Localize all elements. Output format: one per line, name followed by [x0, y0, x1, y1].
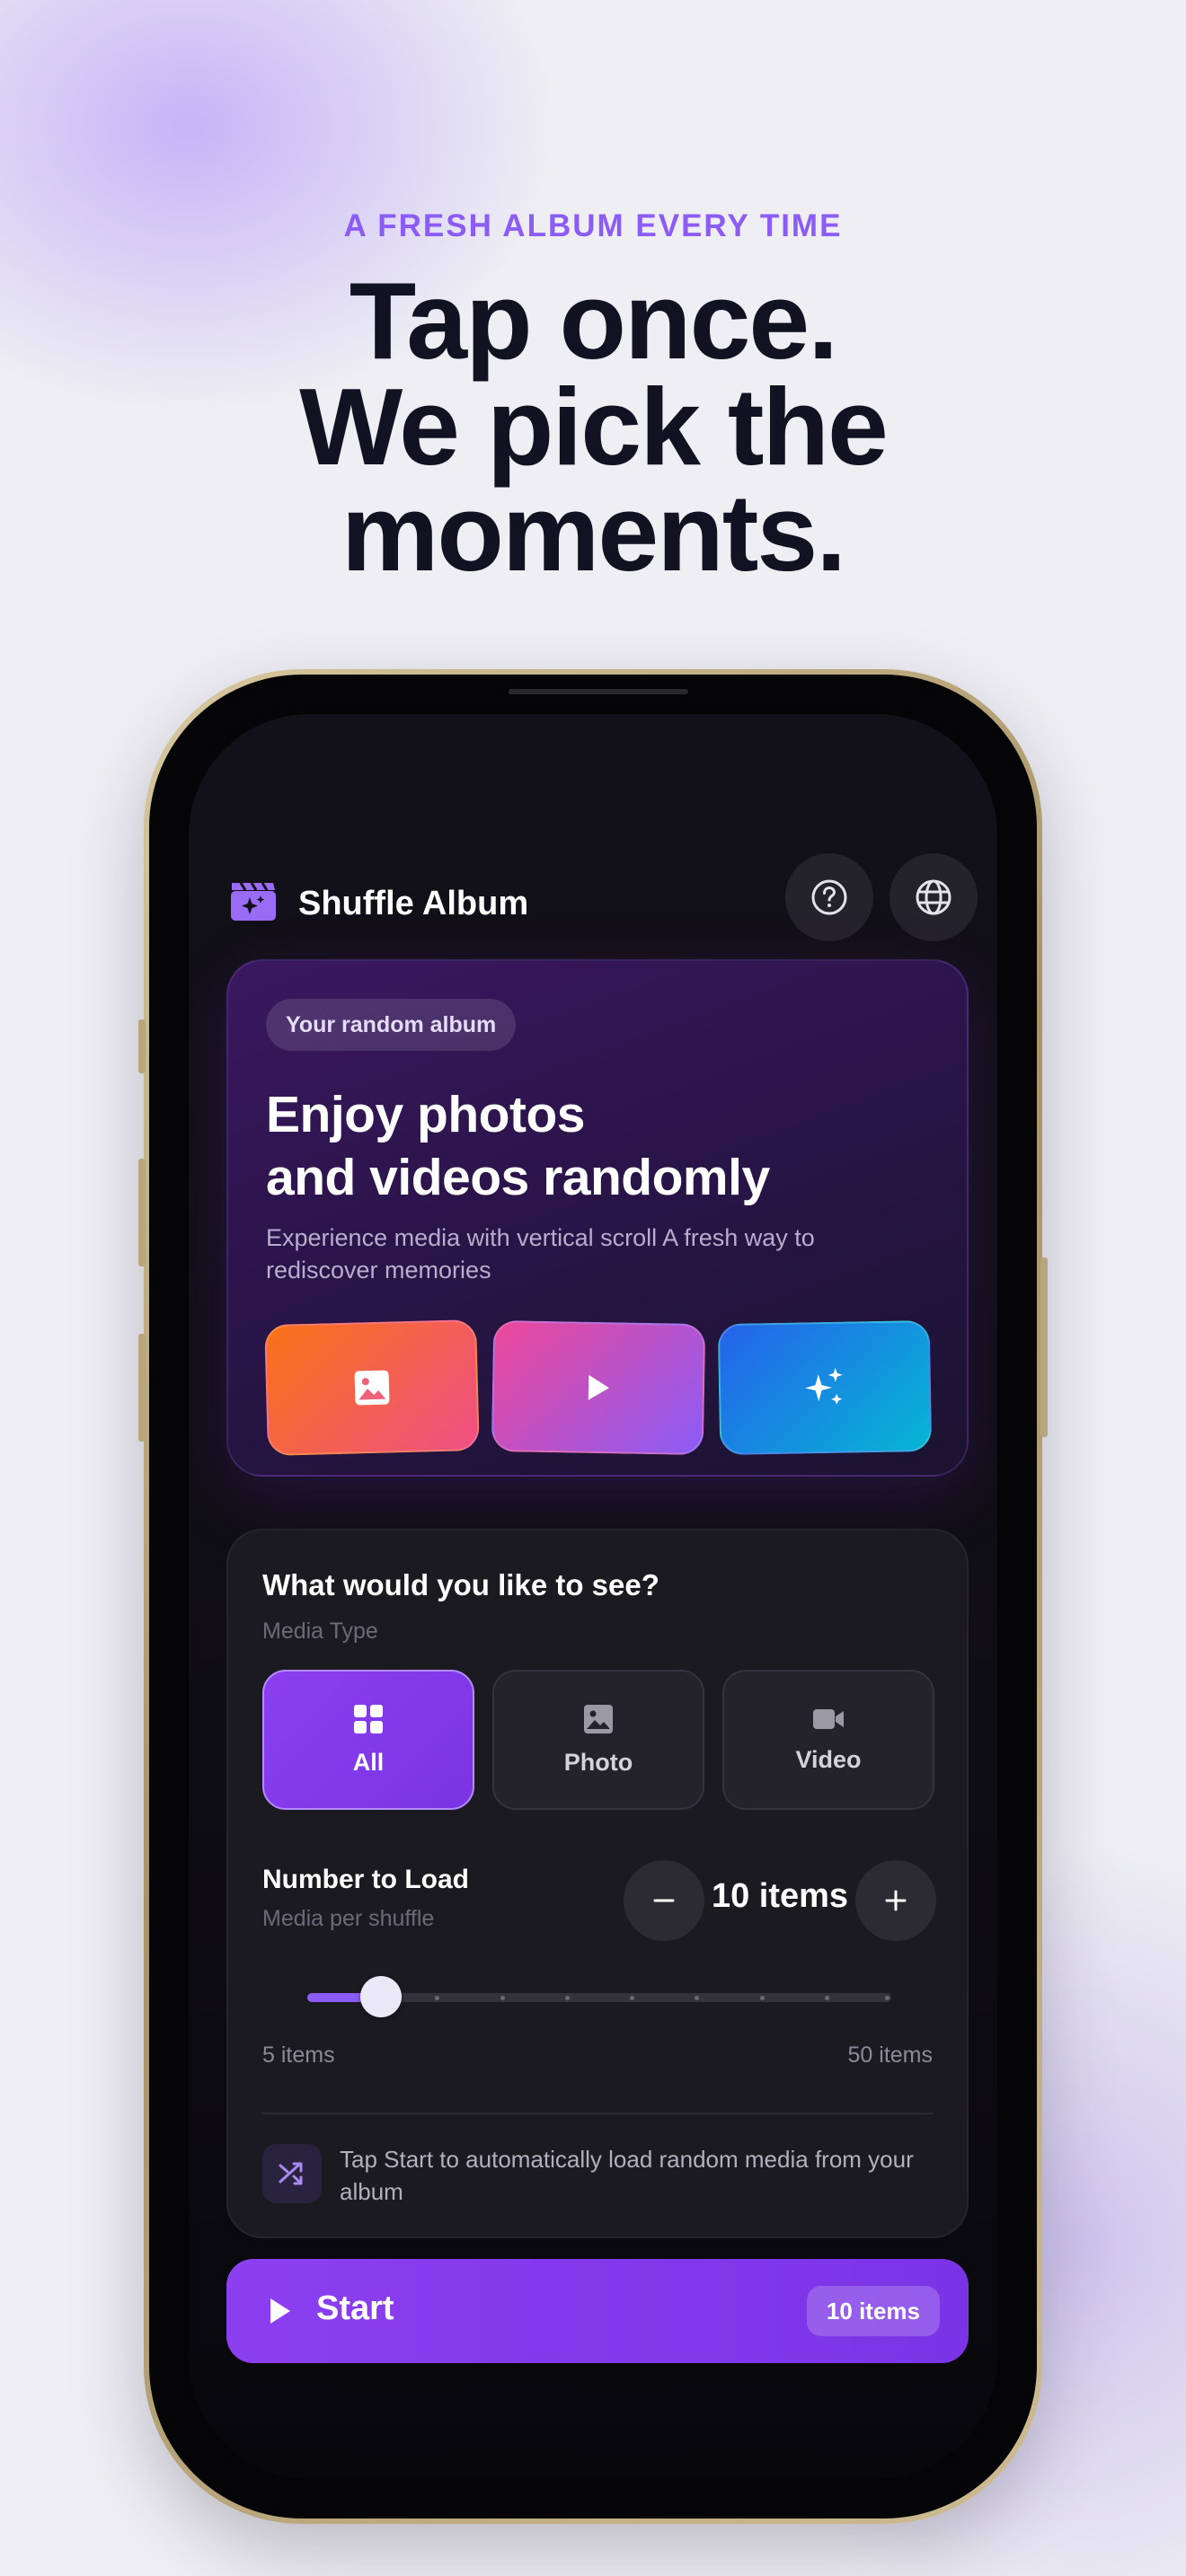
clapperboard-sparkle-icon: [231, 882, 276, 921]
count-slider[interactable]: [307, 1976, 891, 2017]
phone-speaker: [509, 689, 688, 694]
slider-tick: [759, 1996, 765, 2000]
hero-title: Enjoy photos and videos randomly: [266, 1083, 770, 1209]
help-icon: [811, 879, 847, 915]
hero-title-line-1: Enjoy photos: [266, 1086, 585, 1143]
shuffle-icon: [279, 2162, 303, 2185]
media-type-label: Media Type: [262, 1619, 378, 1644]
minus-icon: [653, 1899, 675, 1902]
number-to-load-label: Number to Load: [262, 1865, 469, 1894]
hero-tile-video: [491, 1319, 706, 1456]
slider-max-label: 50 items: [847, 2042, 933, 2068]
hero-tile-photo: [264, 1319, 480, 1457]
options-question: What would you like to see?: [262, 1568, 659, 1601]
image-icon: [584, 1704, 613, 1734]
hero-badge: Your random album: [266, 999, 517, 1051]
phone-side-button: [138, 1019, 146, 1073]
slider-tick: [885, 1996, 890, 2000]
grid-icon: [354, 1704, 383, 1734]
hero-card: Your random album Enjoy photos and video…: [226, 959, 969, 1477]
headline-line-3: moments.: [341, 472, 846, 594]
play-icon: [588, 1374, 609, 1400]
item-count-value: 10 items: [711, 1877, 849, 1915]
count-slider-thumb[interactable]: [360, 1976, 403, 2017]
help-button[interactable]: [785, 853, 873, 941]
media-per-shuffle-label: Media per shuffle: [262, 1906, 435, 1931]
phone-power-button: [1040, 1257, 1048, 1437]
start-button-label: Start: [316, 2289, 394, 2327]
phone-frame: Shuffle Album Your random album Enjoy ph…: [138, 669, 1048, 2524]
image-icon: [354, 1370, 390, 1406]
marketing-headline: Tap once. We pick the moments.: [0, 260, 1186, 594]
hero-tile-random: [717, 1319, 933, 1456]
phone-bezel: Shuffle Album Your random album Enjoy ph…: [149, 675, 1037, 2519]
hero-title-line-2: and videos randomly: [266, 1149, 770, 1206]
headline-line-2: We pick the: [299, 366, 889, 488]
options-card: What would you like to see? Media Type A…: [226, 1529, 969, 2238]
media-type-all-label: All: [352, 1748, 385, 1776]
headline-line-1: Tap once.: [349, 260, 838, 382]
media-type-video-label: Video: [795, 1745, 862, 1773]
shuffle-tip-text: Tap Start to automatically load random m…: [340, 2146, 914, 2205]
phone-volume-down: [138, 1334, 146, 1442]
play-icon: [270, 2298, 290, 2324]
shuffle-tip-badge: [262, 2144, 322, 2203]
start-button[interactable]: Start 10 items: [226, 2259, 969, 2363]
app-screen: Shuffle Album Your random album Enjoy ph…: [189, 714, 997, 2479]
media-type-video-button[interactable]: Video: [722, 1670, 934, 1810]
app-title: Shuffle Album: [298, 885, 529, 922]
media-type-all-button[interactable]: All: [262, 1670, 474, 1810]
sparkle-icon: [805, 1367, 843, 1405]
slider-min-label: 5 items: [262, 2042, 335, 2068]
globe-icon: [916, 879, 951, 915]
phone-volume-up: [138, 1159, 146, 1266]
plus-icon: [885, 1890, 907, 1911]
slider-tick: [695, 1996, 700, 2000]
video-icon: [813, 1708, 844, 1729]
decrease-count-button[interactable]: [624, 1860, 704, 1941]
hero-description: Experience media with vertical scroll A …: [266, 1224, 815, 1284]
media-type-photo-button[interactable]: Photo: [492, 1670, 704, 1810]
language-button[interactable]: [890, 853, 978, 941]
slider-tick: [564, 1996, 570, 2000]
increase-count-button[interactable]: [855, 1860, 936, 1941]
slider-tick: [500, 1996, 505, 2000]
marketing-eyebrow: A FRESH ALBUM EVERY TIME: [343, 208, 843, 243]
slider-tick: [630, 1996, 635, 2000]
start-count-badge: 10 items: [806, 2286, 940, 2336]
options-divider: [262, 2113, 933, 2114]
media-type-photo-label: Photo: [563, 1748, 633, 1776]
slider-tick: [824, 1996, 829, 2000]
slider-tick: [435, 1996, 440, 2000]
